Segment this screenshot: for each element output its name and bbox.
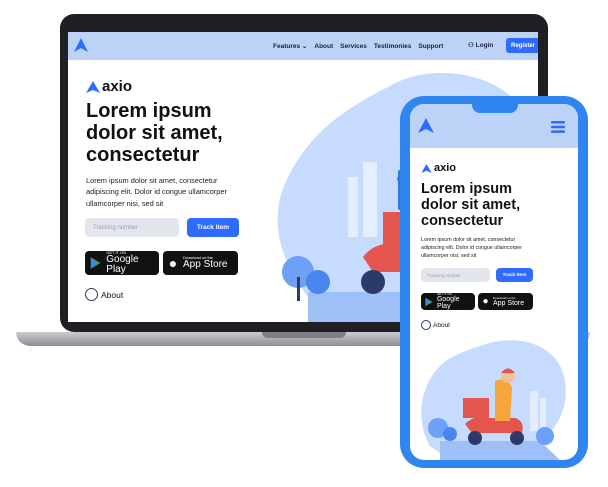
- paragraph-line: Lorem ipsum dolor sit amet, consectetur: [86, 176, 218, 185]
- headline-line: consectetur: [421, 212, 504, 229]
- app-store-button[interactable]: ● Download on the App Store: [163, 251, 238, 275]
- headline-line: dolor sit amet,: [86, 122, 223, 144]
- circle-icon: [421, 320, 431, 330]
- hero-paragraph: Lorem ipsum dolor sit amet, consectetur …: [86, 175, 227, 209]
- headline-line: dolor sit amet,: [421, 196, 521, 213]
- google-play-icon: [425, 297, 433, 306]
- about-link[interactable]: About: [85, 288, 123, 301]
- paragraph-line: adipiscing elit. Dolor id congue ullamco…: [86, 187, 227, 197]
- nav-item-features[interactable]: Features ⌄: [273, 42, 307, 50]
- menu-icon[interactable]: [551, 121, 565, 133]
- apple-icon: ●: [482, 296, 489, 307]
- tracking-input[interactable]: Tracking number: [85, 218, 179, 237]
- headline-line: consectetur: [86, 144, 200, 166]
- chevron-down-icon: ⌄: [301, 43, 308, 50]
- delivery-illustration: [421, 340, 566, 460]
- brand-logo: axio: [421, 162, 456, 174]
- nav-item-services[interactable]: Services: [340, 43, 367, 50]
- paragraph-line: ullamcorper nisi, sed sit: [421, 253, 477, 260]
- nav-item-support[interactable]: Support: [418, 43, 443, 50]
- phone-notch: [472, 104, 518, 113]
- track-item-button[interactable]: Track Item: [496, 268, 533, 282]
- headline-line: Lorem ipsum: [421, 181, 513, 197]
- store-big-text: Google Play: [436, 296, 460, 310]
- logo-icon: [86, 80, 100, 93]
- paragraph-line: adipiscing elit. Dolor id congue ullamco…: [421, 245, 522, 252]
- logo-icon[interactable]: [74, 38, 88, 54]
- headline-line: Lorem ipsum: [86, 100, 212, 122]
- about-link[interactable]: About: [421, 320, 450, 330]
- hero-paragraph: Lorem ipsum dolor sit amet, consectetur …: [421, 236, 522, 261]
- store-big-text: App Store: [183, 259, 228, 270]
- tracking-input[interactable]: Tracking number: [421, 268, 490, 282]
- google-play-icon: [90, 257, 101, 269]
- nav-item-testimonies[interactable]: Testimonies: [374, 43, 411, 50]
- navbar: Features ⌄ About Services Testimonies Su…: [68, 32, 538, 60]
- store-big-text: Google Play: [106, 254, 139, 275]
- about-label: About: [433, 321, 450, 329]
- nav-item-about[interactable]: About: [314, 43, 333, 50]
- brand-logo: axio: [86, 78, 132, 95]
- user-icon: ⚇: [468, 42, 474, 49]
- hero-headline: Lorem ipsum dolor sit amet, consectetur: [86, 100, 223, 166]
- about-label: About: [101, 289, 124, 300]
- register-button[interactable]: Register: [506, 38, 538, 53]
- track-item-button[interactable]: Track Item: [187, 218, 239, 237]
- laptop-notch: [262, 332, 346, 338]
- logo-icon[interactable]: [418, 118, 434, 134]
- paragraph-line: Lorem ipsum dolor sit amet, consectetur: [421, 237, 516, 243]
- login-link[interactable]: ⚇ Login: [468, 41, 493, 49]
- hero-headline: Lorem ipsum dolor sit amet, consectetur: [421, 181, 521, 230]
- brand-name: axio: [102, 78, 133, 95]
- google-play-button[interactable]: GET IT ON Google Play: [421, 293, 475, 310]
- circle-icon: [85, 288, 98, 301]
- app-store-button[interactable]: ● Download on the App Store: [478, 293, 533, 310]
- nav-links: Features ⌄ About Services Testimonies Su…: [273, 32, 443, 60]
- phone-screen: axio Lorem ipsum dolor sit amet, consect…: [410, 104, 578, 460]
- store-big-text: App Store: [493, 299, 525, 307]
- brand-name: axio: [434, 162, 457, 174]
- apple-icon: ●: [168, 255, 178, 271]
- paragraph-line: ullamcorper nisi, sed sit: [86, 198, 164, 208]
- google-play-button[interactable]: GET IT ON Google Play: [85, 251, 159, 275]
- logo-icon: [421, 163, 432, 173]
